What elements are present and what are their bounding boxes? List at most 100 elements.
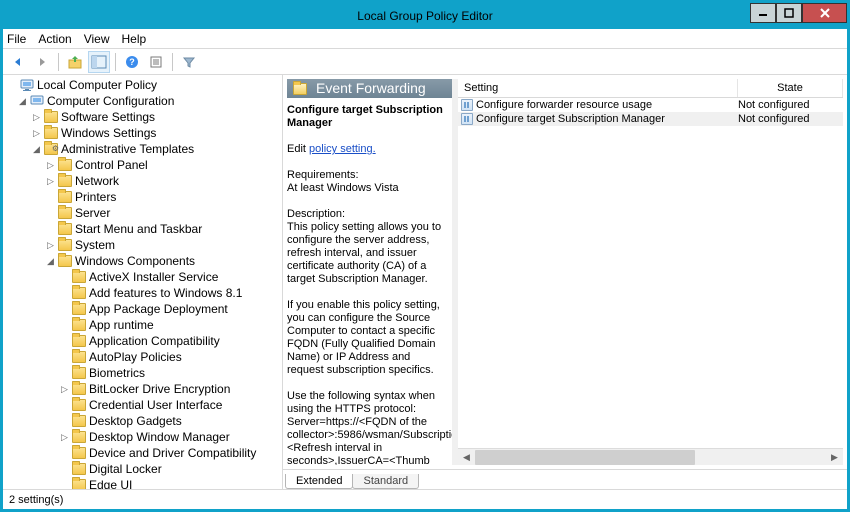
- tree-root[interactable]: Local Computer Policy: [37, 77, 157, 93]
- expand-icon[interactable]: ▷: [45, 157, 56, 173]
- tree-app-compat[interactable]: Application Compatibility: [89, 333, 220, 349]
- tree-credential-ui[interactable]: Credential User Interface: [89, 397, 222, 413]
- folder-icon: [58, 207, 72, 219]
- tree-start-menu[interactable]: Start Menu and Taskbar: [75, 221, 202, 237]
- folder-icon: [72, 399, 86, 411]
- close-button[interactable]: [802, 3, 847, 23]
- maximize-button[interactable]: [776, 3, 802, 23]
- folder-icon: [72, 463, 86, 475]
- minimize-button[interactable]: [750, 3, 776, 23]
- setting-row[interactable]: Configure target Subscription Manager No…: [458, 112, 843, 126]
- folder-icon: [72, 415, 86, 427]
- expand-icon[interactable]: ▷: [59, 381, 70, 397]
- edit-policy-link[interactable]: policy setting.: [309, 143, 376, 155]
- menu-bar: File Action View Help: [3, 29, 847, 49]
- menu-file[interactable]: File: [7, 32, 26, 46]
- folder-icon: [72, 271, 86, 283]
- details-pane: Event Forwarding Configure target Subscr…: [283, 75, 847, 489]
- tree-autoplay[interactable]: AutoPlay Policies: [89, 349, 182, 365]
- tree-add-features[interactable]: Add features to Windows 8.1: [89, 285, 242, 301]
- folder-icon: [72, 479, 86, 489]
- menu-help[interactable]: Help: [122, 32, 147, 46]
- show-hide-tree-button[interactable]: [88, 51, 110, 73]
- expand-icon[interactable]: ◢: [45, 253, 56, 269]
- view-tabs: Extended Standard: [283, 469, 847, 489]
- folder-icon: [72, 319, 86, 331]
- tree-activex[interactable]: ActiveX Installer Service: [89, 269, 218, 285]
- folder-icon: [58, 159, 72, 171]
- menu-view[interactable]: View: [84, 32, 110, 46]
- folder-icon: [44, 111, 58, 123]
- tree-bitlocker[interactable]: BitLocker Drive Encryption: [89, 381, 230, 397]
- setting-state: Not configured: [738, 113, 843, 125]
- expand-icon[interactable]: ▷: [45, 237, 56, 253]
- tree-edge-ui[interactable]: Edge UI: [89, 477, 132, 489]
- title-bar: Local Group Policy Editor: [3, 3, 847, 29]
- policy-icon: [458, 99, 476, 111]
- properties-button[interactable]: [145, 51, 167, 73]
- requirements-value: At least Windows Vista: [287, 182, 448, 195]
- folder-icon: [44, 143, 58, 155]
- folder-icon: [44, 127, 58, 139]
- tree-desktop-gadgets[interactable]: Desktop Gadgets: [89, 413, 182, 429]
- column-setting[interactable]: Setting: [458, 79, 738, 97]
- folder-icon: [58, 223, 72, 235]
- expand-icon[interactable]: ◢: [31, 141, 42, 157]
- policy-icon: [458, 113, 476, 125]
- column-state[interactable]: State: [738, 79, 843, 97]
- tree-digital-locker[interactable]: Digital Locker: [89, 461, 162, 477]
- tree-app-runtime[interactable]: App runtime: [89, 317, 154, 333]
- tree-dwm[interactable]: Desktop Window Manager: [89, 429, 230, 445]
- expand-icon[interactable]: ▷: [45, 173, 56, 189]
- folder-icon: [72, 383, 86, 395]
- tree-biometrics[interactable]: Biometrics: [89, 365, 145, 381]
- folder-icon: [72, 447, 86, 459]
- expand-icon[interactable]: ▷: [59, 429, 70, 445]
- tree-printers[interactable]: Printers: [75, 189, 116, 205]
- folder-icon: [58, 175, 72, 187]
- tree-windows-components[interactable]: Windows Components: [75, 253, 195, 269]
- folder-icon: [72, 303, 86, 315]
- scroll-left-icon[interactable]: ◀: [458, 449, 475, 466]
- folder-icon: [72, 351, 86, 363]
- folder-icon: [58, 191, 72, 203]
- tree-pane[interactable]: Local Computer Policy ◢ Computer Configur…: [3, 75, 283, 489]
- column-headers: Setting State: [458, 79, 843, 98]
- expand-icon[interactable]: ▷: [31, 125, 42, 141]
- tree-software-settings[interactable]: Software Settings: [61, 109, 155, 125]
- detail-header: Event Forwarding: [287, 79, 452, 98]
- expand-icon[interactable]: ▷: [31, 109, 42, 125]
- tree-windows-settings[interactable]: Windows Settings: [61, 125, 156, 141]
- tree-server[interactable]: Server: [75, 205, 110, 221]
- tree-control-panel[interactable]: Control Panel: [75, 157, 148, 173]
- setting-label: Configure forwarder resource usage: [476, 99, 738, 111]
- setting-row[interactable]: Configure forwarder resource usage Not c…: [458, 98, 843, 112]
- folder-icon: [72, 431, 86, 443]
- expand-icon[interactable]: ◢: [17, 93, 28, 109]
- description-p2: If you enable this policy setting, you c…: [287, 299, 448, 377]
- detail-header-label: Event Forwarding: [316, 82, 426, 95]
- svg-text:?: ?: [129, 57, 135, 67]
- setting-state: Not configured: [738, 99, 843, 111]
- tab-extended[interactable]: Extended: [285, 474, 353, 489]
- forward-button[interactable]: [31, 51, 53, 73]
- tree-network[interactable]: Network: [75, 173, 119, 189]
- up-button[interactable]: [64, 51, 86, 73]
- folder-icon: [72, 335, 86, 347]
- scroll-right-icon[interactable]: ▶: [826, 449, 843, 466]
- tree-system[interactable]: System: [75, 237, 115, 253]
- tree-app-package[interactable]: App Package Deployment: [89, 301, 228, 317]
- back-button[interactable]: [7, 51, 29, 73]
- window-title: Local Group Policy Editor: [357, 9, 492, 23]
- tree-computer-configuration[interactable]: Computer Configuration: [47, 93, 174, 109]
- horizontal-scrollbar[interactable]: ◀ ▶: [458, 448, 843, 465]
- folder-icon: [58, 255, 72, 267]
- tree-administrative-templates[interactable]: Administrative Templates: [61, 141, 194, 157]
- help-button[interactable]: ?: [121, 51, 143, 73]
- setting-title: Configure target Subscription Manager: [287, 104, 448, 130]
- tree-device-driver-compat[interactable]: Device and Driver Compatibility: [89, 445, 256, 461]
- menu-action[interactable]: Action: [38, 32, 71, 46]
- tab-standard[interactable]: Standard: [352, 474, 419, 489]
- description-p3: Use the following syntax when using the …: [287, 390, 448, 465]
- filter-button[interactable]: [178, 51, 200, 73]
